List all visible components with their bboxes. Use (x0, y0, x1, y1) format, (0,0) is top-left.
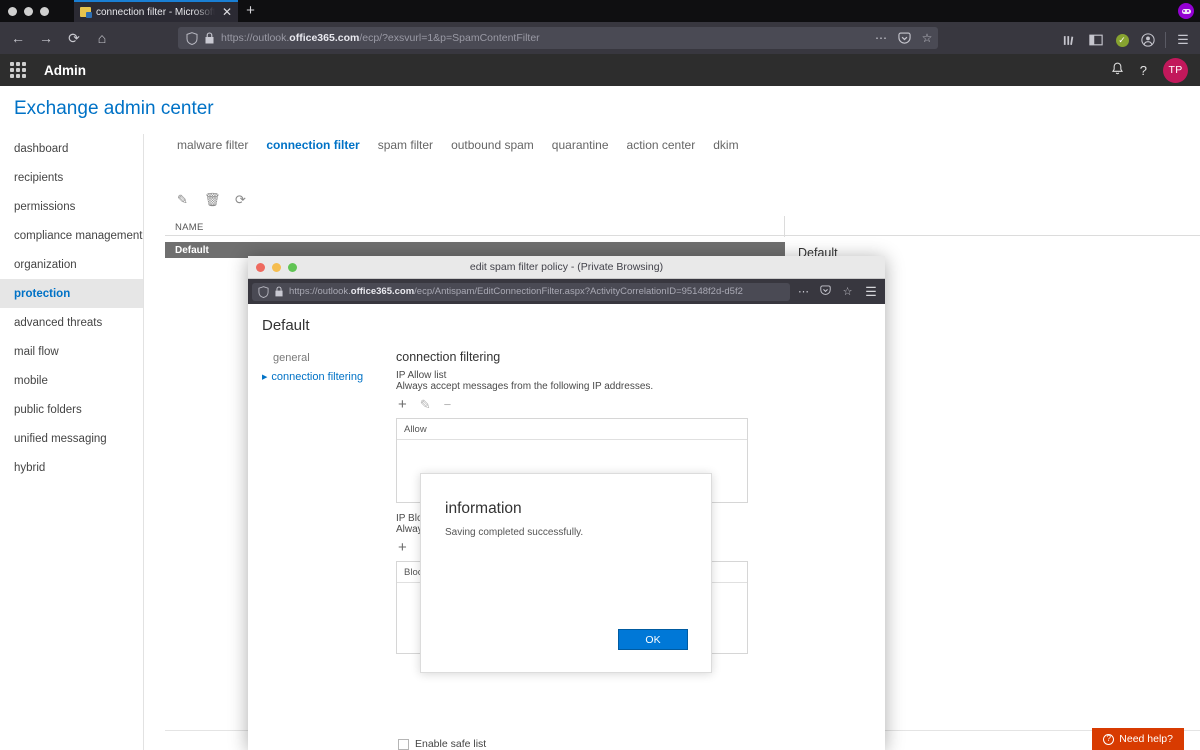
sidebar-item-protection[interactable]: protection (0, 279, 143, 308)
url-domain: office365.com (289, 32, 360, 44)
pocket-icon[interactable] (893, 27, 915, 49)
popup-bookmark-star-icon[interactable]: ☆ (839, 285, 856, 298)
dialog-message: Saving completed successfully. (445, 527, 584, 538)
sidebar-item-public-folders[interactable]: public folders (0, 395, 143, 424)
library-icon[interactable] (1057, 27, 1083, 53)
ok-button[interactable]: OK (618, 629, 688, 650)
tab-dkim[interactable]: dkim (713, 138, 738, 152)
popup-maximize-button[interactable] (288, 263, 297, 272)
eac-main: malware filter connection filter spam fi… (165, 134, 1200, 152)
tab-quarantine[interactable]: quarantine (552, 138, 609, 152)
forward-icon[interactable]: → (32, 24, 60, 52)
tab-title: connection filter - Microsoft Ex (96, 6, 215, 18)
grid-column-header-name: NAME (165, 216, 1200, 236)
sidebar-item-hybrid[interactable]: hybrid (0, 453, 143, 482)
new-tab-button[interactable]: + (242, 3, 259, 20)
tab-outbound-spam[interactable]: outbound spam (451, 138, 534, 152)
sidebar-item-unified-messaging[interactable]: unified messaging (0, 424, 143, 453)
tab-action-center[interactable]: action center (627, 138, 696, 152)
need-help-label: Need help? (1119, 733, 1173, 745)
popup-url-domain: office365.com (350, 286, 415, 297)
lock-icon (275, 286, 283, 297)
reload-icon[interactable]: ⟳ (60, 24, 88, 52)
sidebar-item-dashboard[interactable]: dashboard (0, 134, 143, 163)
sidebar-item-organization[interactable]: organization (0, 250, 143, 279)
sidebar-item-advanced-threats[interactable]: advanced threats (0, 308, 143, 337)
modal-overlay: information Saving completed successfull… (248, 304, 885, 750)
window-maximize-button[interactable] (40, 7, 49, 16)
edit-icon[interactable]: ✎ (175, 192, 190, 208)
popup-close-button[interactable] (256, 263, 265, 272)
private-browsing-mask-icon (1178, 3, 1194, 19)
refresh-icon[interactable]: ⟳ (233, 192, 248, 208)
help-icon[interactable]: ? (1140, 63, 1147, 78)
lock-icon (205, 32, 214, 44)
popup-page-actions-ellipsis-icon[interactable]: ⋯ (795, 285, 812, 298)
tab-spam-filter[interactable]: spam filter (378, 138, 433, 152)
eac-tab-bar: malware filter connection filter spam fi… (165, 134, 1200, 152)
popup-body: Default general ▶ connection filtering c… (248, 304, 885, 750)
sidebar-item-recipients[interactable]: recipients (0, 163, 143, 192)
information-dialog: information Saving completed successfull… (420, 473, 712, 673)
dialog-title: information (445, 500, 522, 517)
office-suite-bar: Admin ? TP (0, 54, 1200, 86)
sidebar-item-permissions[interactable]: permissions (0, 192, 143, 221)
popup-window-title: edit spam filter policy - (Private Brows… (469, 261, 664, 273)
grid-toolbar: ✎ 🗑 ⟳ (175, 192, 248, 208)
address-bar[interactable]: https://outlook.office365.com/ecp/?exsvu… (178, 27, 938, 49)
eac-sidebar: dashboard recipients permissions complia… (0, 134, 143, 534)
suite-title: Admin (44, 62, 86, 78)
tab-favicon-icon (80, 7, 92, 18)
tab-malware-filter[interactable]: malware filter (177, 138, 248, 152)
screen-root: connection filter - Microsoft Ex ✕ + ← →… (0, 0, 1200, 750)
popup-window-controls[interactable] (256, 263, 297, 272)
address-bar-text: https://outlook.office365.com/ecp/?exsvu… (221, 32, 540, 44)
app-launcher-icon[interactable] (10, 62, 26, 78)
delete-icon[interactable]: 🗑 (204, 192, 221, 208)
shield-icon (258, 285, 269, 298)
sidebar-item-mobile[interactable]: mobile (0, 366, 143, 395)
suite-bar-right: ? TP (1111, 57, 1200, 83)
popup-menu-icon[interactable]: ☰ (861, 284, 881, 300)
popup-minimize-button[interactable] (272, 263, 281, 272)
window-controls[interactable] (8, 7, 49, 16)
bell-icon[interactable] (1111, 62, 1124, 79)
account-icon[interactable] (1135, 27, 1161, 53)
popup-url-prefix: https://outlook. (289, 286, 351, 297)
page-title: Exchange admin center (14, 98, 214, 119)
sidebar-item-mail-flow[interactable]: mail flow (0, 337, 143, 366)
avatar[interactable]: TP (1163, 57, 1188, 83)
menu-icon[interactable]: ☰ (1170, 27, 1196, 53)
close-icon[interactable]: ✕ (220, 6, 234, 18)
popup-pocket-icon[interactable] (817, 284, 834, 299)
browser-tab[interactable]: connection filter - Microsoft Ex ✕ (74, 0, 238, 22)
url-path: /ecp/?exsvurl=1&p=SpamContentFilter (359, 32, 540, 44)
question-mark-icon: ? (1103, 733, 1115, 745)
sidebar-item-compliance-management[interactable]: compliance management (0, 221, 143, 250)
sidebar-icon[interactable] (1083, 27, 1109, 53)
back-icon[interactable]: ← (4, 24, 32, 52)
grid-column-divider (784, 216, 785, 237)
tracking-protection-icon[interactable]: ✓ (1109, 27, 1135, 53)
browser-tab-strip: connection filter - Microsoft Ex ✕ + (0, 0, 1200, 22)
popup-address-bar[interactable]: https://outlook.office365.com/ecp/Antisp… (252, 282, 790, 301)
page-actions-ellipsis-icon[interactable]: ⋯ (870, 27, 892, 49)
shield-icon (186, 31, 198, 45)
toolbar-divider (1165, 32, 1166, 48)
home-icon[interactable]: ⌂ (88, 24, 116, 52)
url-prefix: https://outlook. (221, 32, 290, 44)
popup-address-bar-text: https://outlook.office365.com/ecp/Antisp… (289, 286, 743, 297)
popup-url-path: /ecp/Antispam/EditConnectionFilter.aspx?… (414, 286, 743, 297)
tab-connection-filter[interactable]: connection filter (266, 138, 359, 152)
browser-toolbar-right: ✓ ☰ (1057, 27, 1196, 53)
sidebar-divider (143, 134, 144, 750)
bookmark-star-icon[interactable]: ☆ (916, 27, 938, 49)
popup-title-bar: edit spam filter policy - (Private Brows… (248, 256, 885, 279)
popup-nav-bar: https://outlook.office365.com/ecp/Antisp… (248, 279, 885, 304)
edit-policy-popup-window: edit spam filter policy - (Private Brows… (248, 256, 885, 750)
window-close-button[interactable] (8, 7, 17, 16)
address-bar-actions: ⋯ ☆ (870, 27, 938, 49)
need-help-button[interactable]: ? Need help? (1092, 728, 1184, 750)
window-minimize-button[interactable] (24, 7, 33, 16)
